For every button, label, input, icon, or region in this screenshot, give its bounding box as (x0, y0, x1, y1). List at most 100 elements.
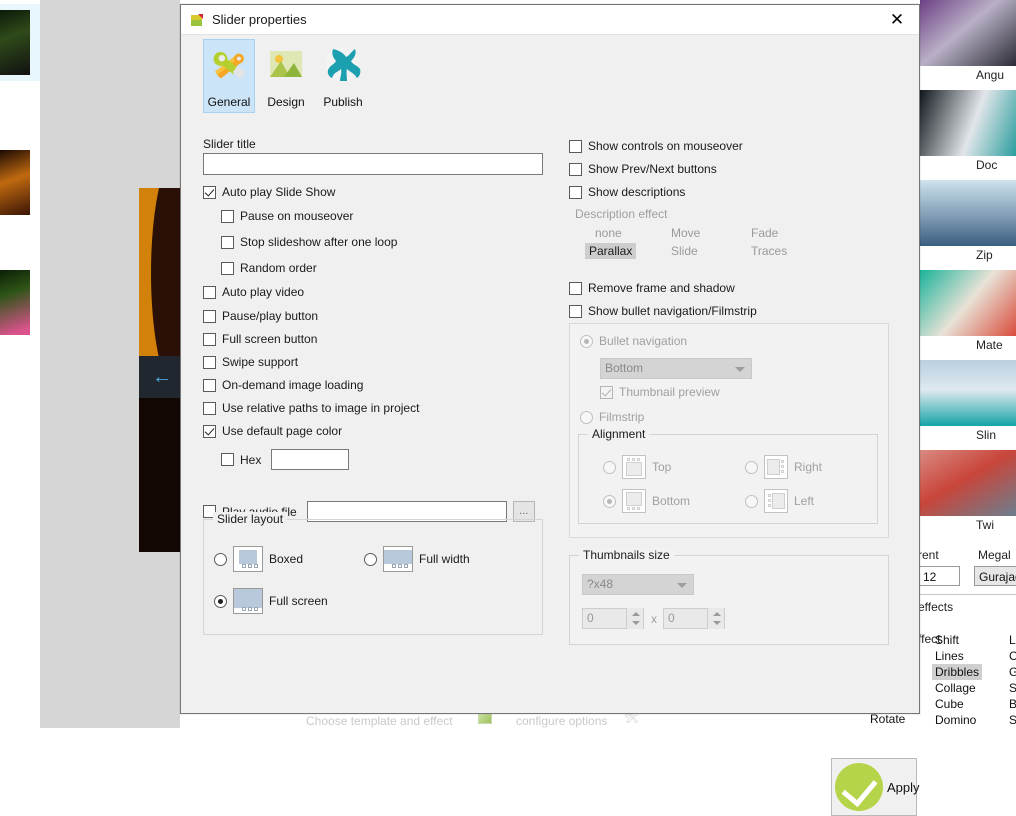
image-thumbnail[interactable] (0, 150, 30, 215)
checkbox[interactable] (569, 139, 582, 153)
option-on-demand-image-loading[interactable]: On-demand image loading (203, 378, 363, 392)
alignment-option-left[interactable]: Left (745, 489, 814, 513)
option-bullet-navigation[interactable]: Bullet navigation (580, 334, 687, 348)
option-show-controls-on-mouseover[interactable]: Show controls on mouseover (569, 139, 743, 153)
effect-item-selected[interactable]: Dribbles (932, 664, 983, 680)
gallery-row[interactable]: b Zip (898, 180, 1016, 270)
radio[interactable] (214, 552, 227, 566)
checkbox[interactable] (203, 309, 216, 323)
option-hex[interactable]: Hex (221, 449, 350, 470)
slide-nav-bar[interactable]: ← (139, 356, 185, 398)
description-effect-grid[interactable]: none Move Fade Parallax Slide Traces (585, 225, 825, 263)
radio[interactable] (745, 494, 758, 508)
effect-option-fade[interactable]: Fade (747, 225, 782, 241)
checkbox[interactable] (203, 355, 216, 369)
gallery-row[interactable]: ve Mate (898, 270, 1016, 360)
dialog-titlebar[interactable]: Slider properties ✕ (181, 5, 919, 35)
arrow-left-icon[interactable]: ← (152, 367, 172, 387)
template-thumbnail[interactable] (920, 0, 1016, 66)
option-pause-play-button[interactable]: Pause/play button (203, 309, 318, 323)
checkbox[interactable] (203, 424, 216, 438)
spinner-arrows-icon[interactable] (626, 608, 643, 629)
close-icon[interactable]: ✕ (875, 5, 919, 34)
template-gallery[interactable]: n Angu r Doc b Zip ve Mate y Slin rent T… (898, 0, 1016, 540)
option-remove-frame-and-shadow[interactable]: Remove frame and shadow (569, 281, 735, 295)
tab-general[interactable]: General (203, 39, 255, 113)
option-thumbnail-preview[interactable]: Thumbnail preview (600, 385, 720, 399)
checkbox[interactable] (221, 261, 234, 275)
checkbox[interactable] (221, 209, 234, 223)
effect-option-traces[interactable]: Traces (747, 243, 791, 259)
radio[interactable] (214, 594, 227, 608)
checkbox[interactable] (600, 385, 613, 399)
option-pause-on-mouseover[interactable]: Pause on mouseover (221, 209, 353, 223)
tab-design[interactable]: Design (260, 39, 312, 113)
spinner-arrows-icon[interactable] (707, 608, 724, 629)
option-show-bullet-navigation-filmstrip[interactable]: Show bullet navigation/Filmstrip (569, 304, 757, 318)
effect-option-parallax[interactable]: Parallax (585, 243, 637, 259)
option-auto-play-slide-show[interactable]: Auto play Slide Show (203, 185, 335, 199)
checkbox[interactable] (569, 304, 582, 318)
dialog-tabbar[interactable]: General Design Publish (181, 35, 919, 115)
checkbox[interactable] (203, 185, 216, 199)
checkbox[interactable] (221, 235, 234, 249)
option-swipe-support[interactable]: Swipe support (203, 355, 298, 369)
effect-item[interactable]: B (1006, 696, 1016, 712)
effect-item[interactable]: S (1006, 680, 1016, 696)
thumbnail-width-stepper[interactable]: 0 (582, 608, 644, 629)
layout-option-full-width[interactable]: Full width (364, 546, 470, 572)
radio[interactable] (580, 334, 593, 348)
radio[interactable] (580, 410, 593, 424)
size-field[interactable]: 12 (918, 566, 960, 586)
effect-option-move[interactable]: Move (667, 225, 704, 241)
checkbox[interactable] (203, 378, 216, 392)
effect-item[interactable]: L (1006, 632, 1016, 648)
slider-title-input[interactable] (203, 153, 543, 175)
alignment-option-bottom[interactable]: Bottom (603, 489, 690, 513)
option-filmstrip[interactable]: Filmstrip (580, 410, 644, 424)
gallery-row[interactable]: r Doc (898, 90, 1016, 180)
layout-option-boxed[interactable]: Boxed (214, 546, 303, 572)
option-stop-slideshow-after-one-loop[interactable]: Stop slideshow after one loop (221, 235, 397, 249)
effect-item[interactable]: Cube (932, 696, 982, 712)
effect-item[interactable]: Lines (932, 648, 982, 664)
radio[interactable] (745, 460, 758, 474)
effect-item[interactable]: C (1006, 648, 1016, 664)
checkbox[interactable] (203, 401, 216, 415)
apply-button[interactable]: Apply (831, 758, 920, 816)
effect-item[interactable]: Shift (932, 632, 982, 648)
font-combo[interactable]: Gurajad (974, 566, 1016, 586)
thumbnail-preset-combo[interactable]: ?x48 (582, 574, 694, 595)
image-thumbnail[interactable] (0, 4, 40, 81)
gallery-row[interactable]: n Angu (898, 0, 1016, 90)
option-use-relative-paths[interactable]: Use relative paths to image in project (203, 401, 419, 415)
gallery-row[interactable]: rent Twi (898, 450, 1016, 540)
effect-option-none[interactable]: none (591, 225, 626, 241)
option-random-order[interactable]: Random order (221, 261, 317, 275)
option-show-prev-next-buttons[interactable]: Show Prev/Next buttons (569, 162, 717, 176)
effect-option-slide[interactable]: Slide (667, 243, 702, 259)
image-thumbnail-strip[interactable] (0, 0, 40, 728)
option-auto-play-video[interactable]: Auto play video (203, 285, 304, 299)
template-thumbnail[interactable] (920, 180, 1016, 246)
layout-option-full-screen[interactable]: Full screen (214, 588, 328, 614)
template-thumbnail[interactable] (920, 270, 1016, 336)
radio[interactable] (603, 460, 616, 474)
checkbox[interactable] (569, 185, 582, 199)
template-thumbnail[interactable] (920, 450, 1016, 516)
template-thumbnail[interactable] (920, 90, 1016, 156)
image-thumbnail[interactable] (0, 270, 30, 335)
effect-item[interactable]: G (1006, 664, 1016, 680)
option-use-default-page-color[interactable]: Use default page color (203, 424, 342, 438)
radio[interactable] (603, 494, 616, 508)
tab-publish[interactable]: Publish (317, 39, 369, 113)
checkbox[interactable] (203, 285, 216, 299)
option-show-descriptions[interactable]: Show descriptions (569, 185, 685, 199)
bullet-position-combo[interactable]: Bottom (600, 358, 752, 379)
gallery-row[interactable]: y Slin (898, 360, 1016, 450)
checkbox[interactable] (203, 332, 216, 346)
radio[interactable] (364, 552, 377, 566)
effect-item[interactable]: Collage (932, 680, 982, 696)
thumbnail-height-stepper[interactable]: 0 (663, 608, 725, 629)
alignment-option-right[interactable]: Right (745, 455, 822, 479)
